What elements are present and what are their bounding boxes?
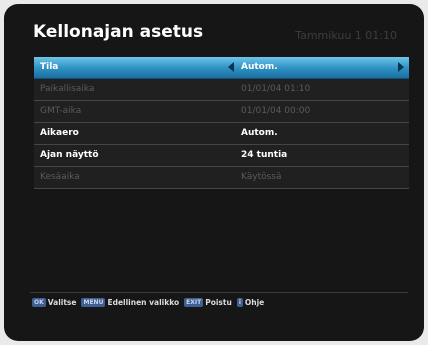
ok-key-icon[interactable]: OK: [32, 298, 46, 307]
menu-row-ajan-naytto[interactable]: Ajan näyttö 24 tuntia: [34, 145, 409, 167]
menu-row-label: Aikaero: [40, 128, 79, 138]
menu-row-value: 01/01/04 01:10: [241, 84, 311, 94]
clock-display: Tammikuu 1 01:10: [295, 29, 397, 42]
menu-row-value: Autom.: [241, 128, 278, 138]
menu-key-icon[interactable]: MENU: [81, 298, 106, 307]
menu-row-value: Käytössä: [241, 172, 282, 182]
menu-row-value: 01/01/04 00:00: [241, 106, 311, 116]
menu-row-kesaaika: Kesäaika Käytössä: [34, 167, 409, 189]
menu-row-label: Tila: [40, 62, 59, 72]
menu-row-label: GMT-aika: [40, 106, 82, 116]
exit-key-icon[interactable]: EXIT: [184, 298, 204, 307]
page-title: Kellonajan asetus: [33, 22, 204, 42]
menu-row-value: 24 tuntia: [241, 150, 288, 160]
menu-row-value: Autom.: [241, 62, 278, 72]
menu-row-label: Kesäaika: [40, 172, 80, 182]
menu-row-aikaero[interactable]: Aikaero Autom.: [34, 123, 409, 145]
ok-key-label: Valitse: [47, 298, 77, 307]
key-legend: OK Valitse MENU Edellinen valikko EXIT P…: [32, 298, 269, 307]
footer-divider: [30, 292, 408, 293]
arrow-right-icon[interactable]: [398, 62, 404, 72]
menu-row-gmt-aika: GMT-aika 01/01/04 00:00: [34, 101, 409, 123]
tv-screen: Kellonajan asetus Tammikuu 1 01:10 Tila …: [4, 4, 424, 341]
menu-row-paikallisaika: Paikallisaika 01/01/04 01:10: [34, 79, 409, 101]
exit-key-label: Poistu: [205, 298, 232, 307]
menu-key-label: Edellinen valikko: [107, 298, 180, 307]
menu-row-tila[interactable]: Tila Autom.: [34, 57, 409, 79]
arrow-left-icon[interactable]: [228, 62, 234, 72]
info-key-label: Ohje: [244, 298, 265, 307]
menu-row-label: Paikallisaika: [40, 84, 95, 94]
menu-row-label: Ajan näyttö: [40, 150, 99, 160]
settings-menu: Tila Autom. Paikallisaika 01/01/04 01:10…: [34, 57, 409, 189]
info-key-icon[interactable]: i: [236, 298, 243, 307]
